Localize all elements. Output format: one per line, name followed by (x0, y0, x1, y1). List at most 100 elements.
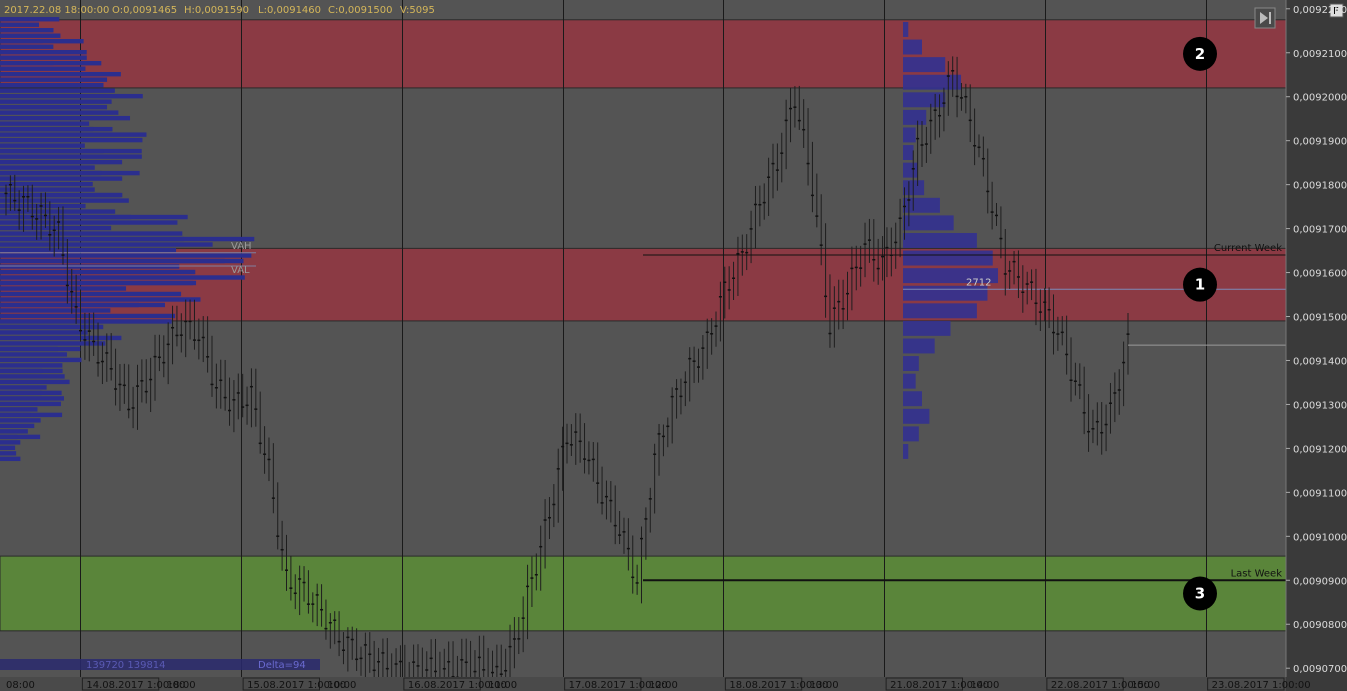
weekly-profile-bar (0, 71, 121, 77)
weekly-profile-bar (0, 60, 102, 66)
session-profile-bar (903, 215, 954, 231)
weekly-profile-bar (0, 412, 31, 418)
weekly-profile-bar (0, 352, 67, 357)
header-open: O:0,0091465 (112, 5, 177, 16)
session-profile-bar (903, 444, 909, 459)
x-tick-label: 10:00 (328, 680, 357, 691)
weekly-profile-bar (0, 148, 104, 154)
weekly-profile-bar (0, 269, 196, 275)
zone-callout-label: 1 (1195, 276, 1205, 294)
weekly-profile-bar (0, 66, 86, 71)
x-tick-label: 15:00 (1131, 680, 1160, 691)
weekly-profile-bar (0, 82, 104, 88)
y-tick-label: 0,0092100 (1293, 49, 1347, 60)
weekly-profile-bar (0, 115, 131, 121)
header-close: C:0,0091500 (328, 5, 392, 16)
weekly-profile-bar (0, 192, 121, 198)
weekly-profile-bar (0, 264, 180, 269)
weekly-profile-bar (0, 187, 95, 192)
weekly-profile-bar (0, 220, 178, 225)
weekly-profile-bar (0, 429, 28, 434)
zone-3 (0, 555, 1287, 632)
session-profile-bar (903, 21, 909, 37)
level-label: Current Week (1214, 243, 1282, 254)
x-tick-label: 18:00 (167, 680, 196, 691)
weekly-profile-bar (0, 110, 119, 115)
weekly-profile-bar (0, 132, 147, 137)
chart[interactable]: VAHVAL2712 Current Week0,0091640Last Wee… (0, 0, 1347, 691)
y-tick-label: 0,0090900 (1293, 576, 1347, 587)
y-tick-label: 0,0091900 (1293, 137, 1347, 148)
header-low: L:0,0091460 (258, 5, 321, 16)
y-tick-label: 0,0091500 (1293, 313, 1347, 324)
y-tick-label: 0,0091200 (1293, 444, 1347, 455)
weekly-profile-bar (0, 335, 122, 341)
weekly-profile-bar (0, 275, 245, 280)
weekly-profile-bar (0, 434, 18, 440)
weekly-profile-bar (0, 286, 127, 291)
level-label: Last Week (1231, 568, 1283, 579)
y-tick-label: 0,0091100 (1293, 488, 1347, 499)
zone-callout-label: 2 (1195, 45, 1205, 63)
weekly-profile-bar (0, 258, 244, 264)
weekly-profile-bar (0, 280, 197, 286)
x-tick-label: 12:00 (649, 680, 678, 691)
weekly-profile-bar (0, 159, 123, 165)
weekly-profile-bar (0, 33, 61, 38)
session-profile-bar (903, 92, 946, 108)
weekly-profile-bar (0, 39, 84, 44)
weekly-profile-bar (0, 28, 54, 33)
weekly-profile-bar (0, 236, 255, 242)
weekly-profile-bar (0, 17, 60, 22)
x-tick-label: 13:00 (810, 680, 839, 691)
weekly-profile-bar (0, 313, 176, 319)
weekly-profile-bar (0, 181, 93, 187)
session-profile-bar (903, 39, 922, 55)
weekly-profile-bar (0, 396, 65, 401)
weekly-profile-bar (0, 50, 87, 55)
volume-delta-bar: 139720 139814 Delta=94 (0, 659, 320, 671)
session-profile-bar (903, 391, 922, 407)
session-profile-bar (903, 57, 946, 73)
weekly-profile-bar (0, 121, 90, 126)
delta-text: Delta=94 (258, 660, 306, 671)
session-profile-bar (903, 232, 977, 248)
ohlc-header: 2017.22.08 18:00:00 O:0,0091465 H:0,0091… (4, 5, 435, 16)
weekly-profile-bar (0, 456, 21, 462)
y-tick-label: 0,0091600 (1293, 269, 1347, 280)
weekly-profile-bar (0, 330, 88, 335)
session-profile-bar (903, 338, 935, 354)
weekly-profile-bar (0, 385, 47, 390)
scroll-end-button[interactable] (1254, 7, 1276, 29)
x-tick-label: 14:00 (971, 680, 1000, 691)
vah-label: VAH (231, 241, 252, 252)
weekly-profile-bar (0, 407, 38, 412)
zone-callout-label: 3 (1195, 584, 1205, 602)
zone-2 (0, 19, 1287, 89)
weekly-profile-bar (0, 170, 102, 176)
weekly-profile-bar (0, 319, 172, 324)
header-date: 2017.22.08 18:00:00 (4, 5, 109, 16)
val-label: VAL (231, 265, 250, 276)
header-high: H:0,0091590 (184, 5, 249, 16)
weekly-profile-bar (0, 55, 87, 60)
weekly-profile-bar (0, 291, 182, 297)
weekly-profile-bar (0, 401, 62, 407)
weekly-profile-bar (0, 451, 17, 456)
session-profile-bar (903, 145, 914, 161)
weekly-profile-bar (0, 379, 70, 385)
weekly-profile-bar (0, 203, 86, 209)
session-profile-bar (903, 408, 930, 424)
weekly-profile-bar (0, 154, 142, 159)
session-profile-bar (903, 250, 993, 266)
weekly-profile-bar (0, 363, 63, 368)
weekly-profile-bar (0, 176, 123, 181)
weekly-profile-bar (0, 253, 252, 258)
weekly-profile-bar (0, 231, 183, 236)
y-tick-label: 0,0091700 (1293, 225, 1347, 236)
weekly-profile-bar (0, 423, 35, 429)
weekly-profile-bar (0, 390, 42, 396)
weekly-profile-bar (0, 445, 16, 451)
weekly-profile-bar (0, 247, 177, 253)
poc-marker: 2712 (966, 277, 991, 288)
